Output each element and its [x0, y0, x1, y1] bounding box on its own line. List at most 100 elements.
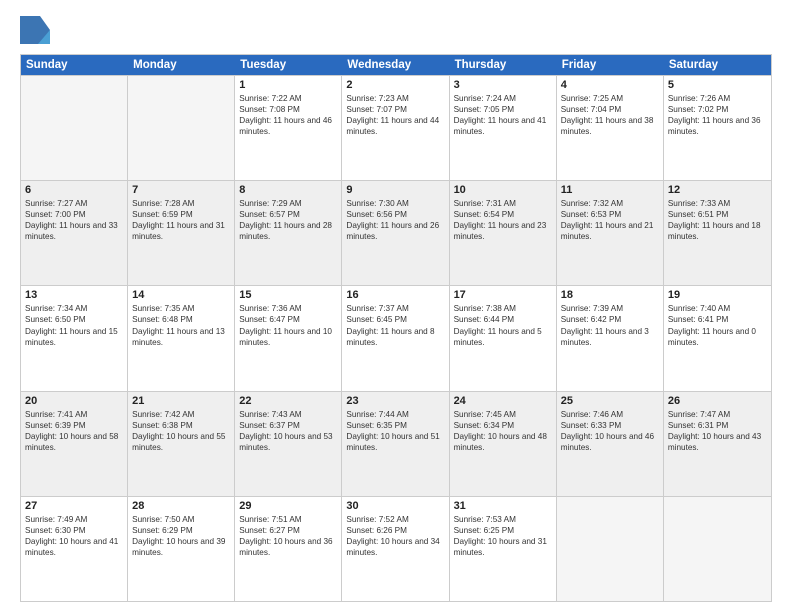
day-number: 28 — [132, 500, 230, 512]
day-number: 5 — [668, 79, 767, 91]
sunrise-text: Sunrise: 7:53 AM — [454, 514, 552, 525]
calendar-header: SundayMondayTuesdayWednesdayThursdayFrid… — [21, 55, 771, 75]
page: SundayMondayTuesdayWednesdayThursdayFrid… — [0, 0, 792, 612]
header-day-tuesday: Tuesday — [235, 55, 342, 75]
calendar-cell: 6Sunrise: 7:27 AMSunset: 7:00 PMDaylight… — [21, 181, 128, 285]
daylight-text: Daylight: 11 hours and 28 minutes. — [239, 220, 337, 242]
calendar-row-2: 6Sunrise: 7:27 AMSunset: 7:00 PMDaylight… — [21, 180, 771, 285]
daylight-text: Daylight: 11 hours and 46 minutes. — [239, 115, 337, 137]
header-day-monday: Monday — [128, 55, 235, 75]
sunset-text: Sunset: 6:39 PM — [25, 420, 123, 431]
calendar-cell: 12Sunrise: 7:33 AMSunset: 6:51 PMDayligh… — [664, 181, 771, 285]
sunrise-text: Sunrise: 7:31 AM — [454, 198, 552, 209]
day-number: 15 — [239, 289, 337, 301]
sunset-text: Sunset: 6:31 PM — [668, 420, 767, 431]
calendar-cell: 15Sunrise: 7:36 AMSunset: 6:47 PMDayligh… — [235, 286, 342, 390]
daylight-text: Daylight: 11 hours and 15 minutes. — [25, 326, 123, 348]
day-number: 17 — [454, 289, 552, 301]
sunrise-text: Sunrise: 7:40 AM — [668, 303, 767, 314]
sunrise-text: Sunrise: 7:37 AM — [346, 303, 444, 314]
sunset-text: Sunset: 6:56 PM — [346, 209, 444, 220]
calendar-cell: 18Sunrise: 7:39 AMSunset: 6:42 PMDayligh… — [557, 286, 664, 390]
sunset-text: Sunset: 6:54 PM — [454, 209, 552, 220]
daylight-text: Daylight: 11 hours and 41 minutes. — [454, 115, 552, 137]
day-number: 8 — [239, 184, 337, 196]
daylight-text: Daylight: 11 hours and 10 minutes. — [239, 326, 337, 348]
calendar-cell: 23Sunrise: 7:44 AMSunset: 6:35 PMDayligh… — [342, 392, 449, 496]
daylight-text: Daylight: 11 hours and 36 minutes. — [668, 115, 767, 137]
calendar-cell — [21, 76, 128, 180]
sunset-text: Sunset: 6:50 PM — [25, 314, 123, 325]
sunset-text: Sunset: 7:08 PM — [239, 104, 337, 115]
calendar-cell: 3Sunrise: 7:24 AMSunset: 7:05 PMDaylight… — [450, 76, 557, 180]
header-day-thursday: Thursday — [450, 55, 557, 75]
daylight-text: Daylight: 11 hours and 13 minutes. — [132, 326, 230, 348]
sunset-text: Sunset: 6:47 PM — [239, 314, 337, 325]
sunset-text: Sunset: 7:04 PM — [561, 104, 659, 115]
sunrise-text: Sunrise: 7:30 AM — [346, 198, 444, 209]
sunrise-text: Sunrise: 7:33 AM — [668, 198, 767, 209]
daylight-text: Daylight: 10 hours and 48 minutes. — [454, 431, 552, 453]
sunset-text: Sunset: 6:44 PM — [454, 314, 552, 325]
logo — [20, 16, 52, 44]
sunset-text: Sunset: 7:02 PM — [668, 104, 767, 115]
day-number: 31 — [454, 500, 552, 512]
sunset-text: Sunset: 6:53 PM — [561, 209, 659, 220]
calendar-cell: 5Sunrise: 7:26 AMSunset: 7:02 PMDaylight… — [664, 76, 771, 180]
day-number: 24 — [454, 395, 552, 407]
calendar-cell: 14Sunrise: 7:35 AMSunset: 6:48 PMDayligh… — [128, 286, 235, 390]
day-number: 16 — [346, 289, 444, 301]
calendar-cell: 7Sunrise: 7:28 AMSunset: 6:59 PMDaylight… — [128, 181, 235, 285]
calendar-cell: 19Sunrise: 7:40 AMSunset: 6:41 PMDayligh… — [664, 286, 771, 390]
sunset-text: Sunset: 6:38 PM — [132, 420, 230, 431]
sunset-text: Sunset: 6:35 PM — [346, 420, 444, 431]
sunset-text: Sunset: 6:42 PM — [561, 314, 659, 325]
calendar-cell: 24Sunrise: 7:45 AMSunset: 6:34 PMDayligh… — [450, 392, 557, 496]
daylight-text: Daylight: 10 hours and 43 minutes. — [668, 431, 767, 453]
day-number: 29 — [239, 500, 337, 512]
sunrise-text: Sunrise: 7:29 AM — [239, 198, 337, 209]
calendar-cell: 8Sunrise: 7:29 AMSunset: 6:57 PMDaylight… — [235, 181, 342, 285]
sunrise-text: Sunrise: 7:34 AM — [25, 303, 123, 314]
calendar: SundayMondayTuesdayWednesdayThursdayFrid… — [20, 54, 772, 602]
daylight-text: Daylight: 11 hours and 38 minutes. — [561, 115, 659, 137]
calendar-row-3: 13Sunrise: 7:34 AMSunset: 6:50 PMDayligh… — [21, 285, 771, 390]
daylight-text: Daylight: 11 hours and 44 minutes. — [346, 115, 444, 137]
calendar-cell: 1Sunrise: 7:22 AMSunset: 7:08 PMDaylight… — [235, 76, 342, 180]
daylight-text: Daylight: 11 hours and 23 minutes. — [454, 220, 552, 242]
sunset-text: Sunset: 6:29 PM — [132, 525, 230, 536]
day-number: 12 — [668, 184, 767, 196]
day-number: 30 — [346, 500, 444, 512]
calendar-cell: 20Sunrise: 7:41 AMSunset: 6:39 PMDayligh… — [21, 392, 128, 496]
day-number: 25 — [561, 395, 659, 407]
header-day-friday: Friday — [557, 55, 664, 75]
calendar-cell: 30Sunrise: 7:52 AMSunset: 6:26 PMDayligh… — [342, 497, 449, 601]
day-number: 10 — [454, 184, 552, 196]
sunrise-text: Sunrise: 7:24 AM — [454, 93, 552, 104]
day-number: 3 — [454, 79, 552, 91]
calendar-body: 1Sunrise: 7:22 AMSunset: 7:08 PMDaylight… — [21, 75, 771, 601]
daylight-text: Daylight: 10 hours and 53 minutes. — [239, 431, 337, 453]
day-number: 1 — [239, 79, 337, 91]
daylight-text: Daylight: 10 hours and 31 minutes. — [454, 536, 552, 558]
sunset-text: Sunset: 6:59 PM — [132, 209, 230, 220]
day-number: 22 — [239, 395, 337, 407]
daylight-text: Daylight: 11 hours and 8 minutes. — [346, 326, 444, 348]
sunset-text: Sunset: 6:48 PM — [132, 314, 230, 325]
calendar-cell: 17 Sunrise: 7:38 AMSunset: 6:44 PMDayligh… — [450, 286, 557, 390]
daylight-text: Daylight: 10 hours and 41 minutes. — [25, 536, 123, 558]
sunset-text: Sunset: 6:27 PM — [239, 525, 337, 536]
daylight-text: Daylight: 10 hours and 51 minutes. — [346, 431, 444, 453]
sunrise-text: Sunrise: 7:42 AM — [132, 409, 230, 420]
sunrise-text: Sunrise: 7:28 AM — [132, 198, 230, 209]
sunrise-text: Sunrise: 7:49 AM — [25, 514, 123, 525]
sunrise-text: Sunrise: 7:38 AM — [454, 303, 552, 314]
header-day-sunday: Sunday — [21, 55, 128, 75]
day-number: 21 — [132, 395, 230, 407]
calendar-row-5: 27Sunrise: 7:49 AMSunset: 6:30 PMDayligh… — [21, 496, 771, 601]
daylight-text: Daylight: 10 hours and 39 minutes. — [132, 536, 230, 558]
calendar-cell: 27Sunrise: 7:49 AMSunset: 6:30 PMDayligh… — [21, 497, 128, 601]
sunrise-text: Sunrise: 7:32 AM — [561, 198, 659, 209]
daylight-text: Daylight: 11 hours and 5 minutes. — [454, 326, 552, 348]
sunset-text: Sunset: 6:30 PM — [25, 525, 123, 536]
